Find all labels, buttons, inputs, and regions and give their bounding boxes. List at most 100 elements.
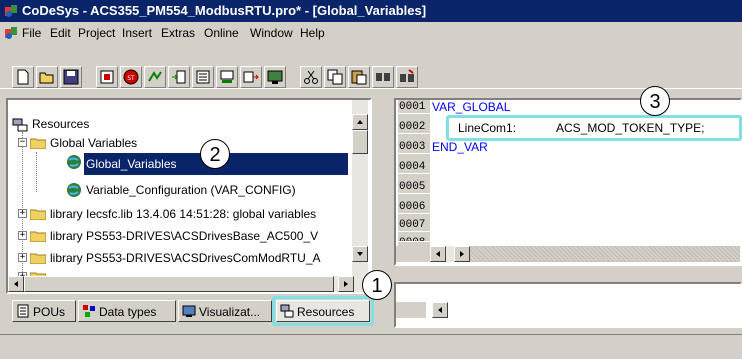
- tab-visualization[interactable]: Visualizat...: [178, 300, 272, 322]
- menu-file[interactable]: File: [22, 22, 41, 44]
- status-bar: [0, 334, 742, 359]
- folder-icon: [30, 253, 46, 264]
- scroll-up-button[interactable]: [352, 114, 368, 130]
- body-editor-gutter: [396, 302, 426, 318]
- scroll-right-button[interactable]: [338, 276, 354, 292]
- resources-icon: [12, 118, 28, 132]
- compile-icon: [196, 70, 210, 84]
- window-title: CoDeSys - ACS355_PM554_ModbusRTU.pro* - …: [22, 3, 427, 18]
- line-number: 0003: [398, 140, 430, 154]
- callout-2: 2: [200, 139, 230, 169]
- arrow-right-icon: [344, 281, 348, 287]
- code-line-var-global[interactable]: VAR_GLOBAL: [432, 99, 510, 115]
- arrow-right-icon: [460, 251, 464, 257]
- transfer-button[interactable]: [240, 66, 262, 88]
- variable-line-highlight: [446, 115, 742, 141]
- tree-line: [36, 152, 37, 192]
- login-icon: [148, 71, 162, 82]
- tree-item-library-iecsfc[interactable]: library Iecsfc.lib 13.4.06 14:51:28: glo…: [48, 204, 350, 224]
- code-line-end-var[interactable]: END_VAR: [432, 139, 488, 155]
- line-number: 0007: [398, 218, 430, 232]
- line-number: 0006: [398, 200, 430, 214]
- menu-window[interactable]: Window: [250, 22, 293, 44]
- save-icon: [63, 69, 79, 85]
- arrow-left-icon: [438, 307, 442, 313]
- expand-toggle[interactable]: +: [18, 231, 27, 240]
- open-button[interactable]: [36, 66, 58, 88]
- tab-data-types[interactable]: Data types: [78, 300, 176, 322]
- scroll-thumb[interactable]: [352, 130, 368, 154]
- visualization-icon: [182, 305, 196, 317]
- copy-icon: [327, 69, 343, 85]
- codesys-app-icon: [5, 5, 17, 17]
- arrow-left-icon: [14, 281, 18, 287]
- editor-horizontal-scrollbar[interactable]: [430, 246, 470, 262]
- expand-toggle[interactable]: +: [18, 209, 27, 218]
- open-icon: [39, 72, 54, 84]
- cut-button[interactable]: [300, 66, 322, 88]
- arrow-up-icon: [357, 120, 363, 124]
- folder-icon: [30, 138, 46, 149]
- scroll-down-button[interactable]: [352, 246, 368, 262]
- replace-button[interactable]: [396, 66, 418, 88]
- new-button[interactable]: [12, 66, 34, 88]
- copy-button[interactable]: [324, 66, 346, 88]
- folder-icon: [30, 231, 46, 242]
- datatypes-icon: [83, 305, 95, 317]
- menu-extras[interactable]: Extras: [161, 22, 195, 44]
- document-menu-icon[interactable]: [4, 26, 18, 40]
- transfer-icon: [243, 71, 259, 83]
- menu-online[interactable]: Online: [204, 22, 239, 44]
- menu-help[interactable]: Help: [300, 22, 325, 44]
- callout-3: 3: [640, 86, 670, 116]
- stop-icon: ST: [123, 69, 139, 85]
- step-button[interactable]: [168, 66, 190, 88]
- pous-icon: [17, 304, 29, 318]
- download-button[interactable]: [216, 66, 238, 88]
- menu-edit[interactable]: Edit: [50, 22, 71, 44]
- line-number: 0005: [398, 180, 430, 194]
- tree-item-global-variables[interactable]: Global Variables: [48, 133, 139, 153]
- scroll-left-button[interactable]: [8, 276, 24, 292]
- watch-icon: [267, 70, 283, 84]
- expand-toggle[interactable]: +: [18, 253, 27, 262]
- line-number: 0008: [398, 236, 430, 242]
- scroll-left-button[interactable]: [430, 246, 446, 262]
- tree-item-variable-configuration[interactable]: Variable_Configuration (VAR_CONFIG): [84, 180, 298, 200]
- scroll-right-button[interactable]: [454, 246, 470, 262]
- save-button[interactable]: [60, 66, 82, 88]
- arrow-down-icon: [357, 252, 363, 256]
- compile-button[interactable]: [192, 66, 214, 88]
- tree-item-library-acsdrivesbase[interactable]: library PS553-DRIVES\ACSDrivesBase_AC500…: [48, 226, 350, 246]
- folder-icon: [30, 209, 46, 220]
- menu-project[interactable]: Project: [78, 22, 115, 44]
- line-number: 0004: [398, 160, 430, 174]
- scroll-thumb[interactable]: [24, 276, 334, 292]
- svg-text:ST: ST: [127, 75, 135, 82]
- line-number: 0001: [398, 100, 430, 114]
- callout-1: 1: [362, 270, 392, 300]
- download-icon: [220, 70, 234, 83]
- find-button[interactable]: [372, 66, 394, 88]
- scroll-left-button[interactable]: [432, 302, 448, 318]
- tree-horizontal-scrollbar[interactable]: [8, 276, 370, 292]
- tab-pous[interactable]: POUs: [12, 300, 76, 322]
- watch-button[interactable]: [264, 66, 286, 88]
- stop-button[interactable]: ST: [120, 66, 142, 88]
- tree-item-resources[interactable]: Resources: [30, 114, 91, 134]
- collapse-toggle[interactable]: −: [18, 138, 27, 147]
- cut-icon: [304, 70, 318, 84]
- splitter-area: [470, 246, 740, 262]
- login-button[interactable]: [144, 66, 166, 88]
- paste-icon: [351, 70, 367, 85]
- step-icon: [172, 70, 186, 84]
- menu-insert[interactable]: Insert: [122, 22, 152, 44]
- build-button[interactable]: [96, 66, 118, 88]
- paste-button[interactable]: [348, 66, 370, 88]
- tree-item-library-acsdrivescommodrtu[interactable]: library PS553-DRIVES\ACSDrivesComModRTU_…: [48, 248, 350, 268]
- tree-line: [22, 132, 23, 272]
- title-bar: CoDeSys - ACS355_PM554_ModbusRTU.pro* - …: [0, 0, 742, 22]
- tree-vertical-scrollbar[interactable]: [352, 100, 368, 276]
- globe-icon: [67, 155, 81, 169]
- arrow-left-icon: [436, 251, 440, 257]
